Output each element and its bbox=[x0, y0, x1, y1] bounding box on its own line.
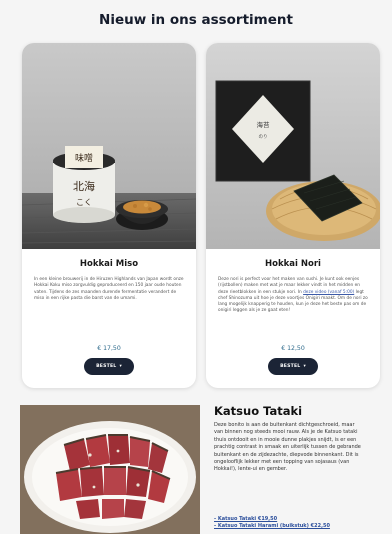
svg-text:海苔: 海苔 bbox=[257, 120, 271, 129]
order-button-label: BESTEL bbox=[280, 364, 301, 369]
svg-text:味噌: 味噌 bbox=[75, 152, 93, 164]
product-title: Hokkai Miso bbox=[79, 259, 139, 269]
product-description: In een kleine brouwerij in de Hiruzen Hi… bbox=[34, 277, 184, 301]
feature-description: Deze bonito is aan de buitenkant dichtge… bbox=[214, 422, 361, 473]
feature-title: Katsuo Tataki bbox=[214, 404, 303, 418]
order-button[interactable]: BESTEL ▾ bbox=[268, 358, 318, 375]
product-price: € 12,50 bbox=[281, 345, 305, 352]
feature-links: - Katsuo Tataki €19,50 - Katsuo Tataki H… bbox=[214, 516, 384, 530]
order-button-label: BESTEL bbox=[96, 364, 117, 369]
miso-product-image[interactable]: 味噌 北海 こく bbox=[22, 43, 196, 249]
section-title: Nieuw in ons assortiment bbox=[99, 12, 293, 28]
order-button[interactable]: BESTEL ▾ bbox=[84, 358, 134, 375]
product-link-katsuo-tataki-harami[interactable]: - Katsuo Tataki Harami (buikstuk) €22,50 bbox=[214, 523, 384, 530]
product-card-nori: 海苔 のり Hokkai Nori Deze nori is perfect v… bbox=[206, 43, 380, 388]
product-link-katsuo-tataki[interactable]: - Katsuo Tataki €19,50 bbox=[214, 516, 384, 523]
svg-text:こく: こく bbox=[76, 198, 92, 207]
svg-text:のり: のり bbox=[259, 134, 268, 140]
product-description: Deze nori is perfect voor het maken van … bbox=[218, 277, 368, 314]
video-link[interactable]: deze video (vanaf 5:00) bbox=[303, 290, 354, 295]
katsuo-tataki-image bbox=[20, 405, 200, 534]
product-title: Hokkai Nori bbox=[265, 259, 321, 269]
product-price: € 17,50 bbox=[97, 345, 121, 352]
svg-text:北海: 北海 bbox=[73, 179, 95, 193]
chevron-down-icon: ▾ bbox=[119, 364, 122, 369]
chevron-down-icon: ▾ bbox=[303, 364, 306, 369]
nori-product-image[interactable]: 海苔 のり bbox=[206, 43, 380, 249]
product-card-miso: 味噌 北海 こく Hokkai Miso In een kleine brouw… bbox=[22, 43, 196, 388]
